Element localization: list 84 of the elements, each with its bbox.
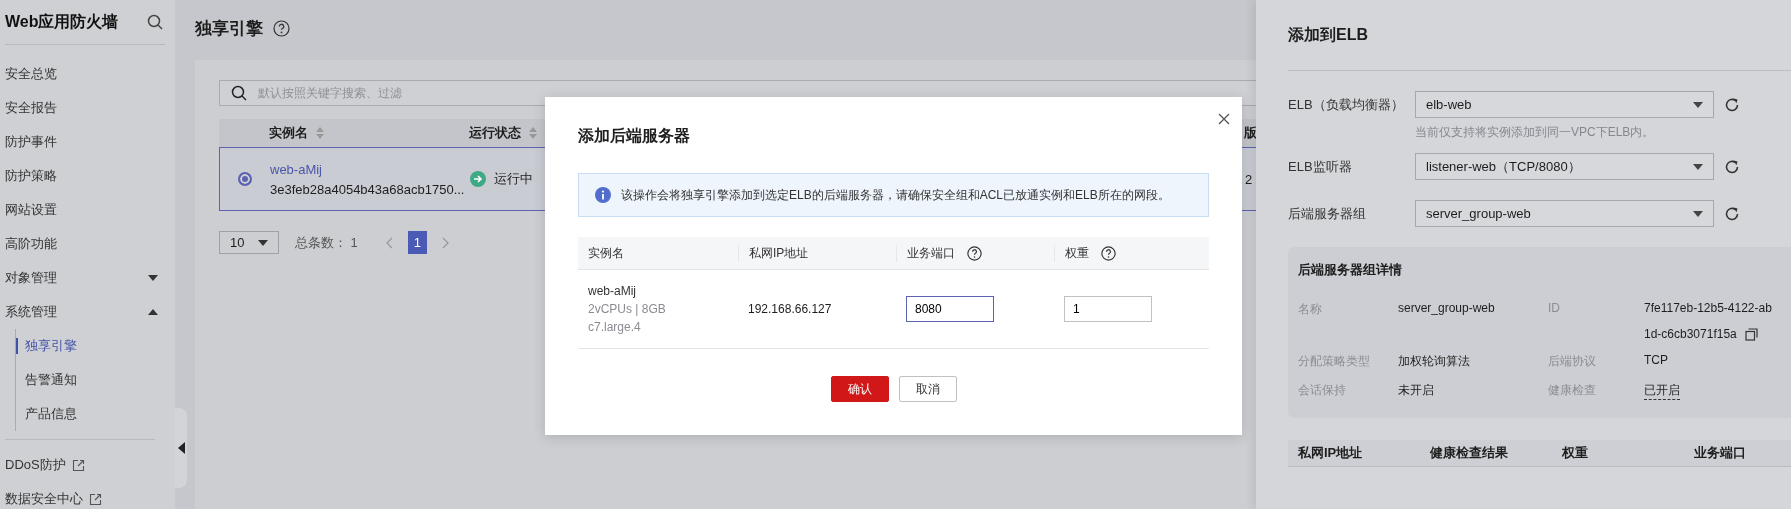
field-label: 后端服务器组: [1288, 204, 1367, 223]
external-link[interactable]: DDoS防护: [5, 448, 85, 482]
select-field[interactable]: listener-web（TCP/8080）: [1415, 153, 1714, 180]
nav-item[interactable]: 网站设置: [5, 193, 165, 227]
info-text: 该操作会将独享引擎添加到选定ELB的后端服务器，请确保安全组和ACL已放通实例和ELB所在的网段。: [621, 186, 1170, 204]
select-field[interactable]: elb-web: [1415, 91, 1714, 118]
column-header: 权重: [1562, 444, 1589, 462]
detail-value: TCP: [1644, 353, 1668, 367]
detail-label: 健康检查: [1548, 382, 1597, 399]
page-button[interactable]: 1: [407, 231, 427, 254]
nav-item[interactable]: 防护策略: [5, 159, 165, 193]
instance-spec: 2vCPUs | 8GB: [588, 301, 667, 318]
help-icon[interactable]: [1101, 245, 1116, 261]
column-header: 私网IP地址: [749, 244, 809, 262]
detail-value: 未开启: [1398, 382, 1434, 399]
detail-label: ID: [1548, 301, 1561, 317]
detail-label: 名称: [1298, 301, 1323, 318]
copy-icon[interactable]: [1744, 327, 1758, 341]
instance-name: web-aMij: [588, 283, 637, 300]
weight-input[interactable]: 1: [1064, 296, 1152, 322]
column-header: 私网IP地址: [1298, 444, 1364, 462]
caret-icon: [1693, 163, 1703, 170]
table-cell-text: 192.168.66.127: [748, 302, 833, 316]
dialog-title: 添加后端服务器: [578, 125, 691, 146]
detail-label: 会话保持: [1298, 382, 1347, 399]
caret-icon: [147, 274, 159, 282]
page-title: 独享引擎: [195, 17, 263, 40]
collapse-handle[interactable]: [175, 408, 187, 488]
instance-id: 3e3feb28a4054b43a68acb1750...: [270, 181, 466, 197]
column-header: 业务端口: [907, 244, 955, 262]
caret-icon: [147, 308, 159, 316]
refresh-icon[interactable]: [1724, 96, 1740, 113]
total-count: 总条数： 1: [295, 233, 358, 252]
nav-item[interactable]: 高阶功能: [5, 227, 165, 261]
instance-flavor: c7.large.4: [588, 319, 642, 336]
cancel-button[interactable]: 取消: [898, 376, 957, 402]
external-link-icon[interactable]: [89, 492, 102, 506]
column-header: 版: [1244, 124, 1257, 142]
nav-item[interactable]: 产品信息: [16, 397, 165, 431]
select-field[interactable]: server_group-web: [1415, 200, 1714, 227]
port-input[interactable]: 8080: [906, 296, 994, 322]
nav-group[interactable]: 系统管理: [5, 295, 165, 329]
column-header: 权重: [1065, 244, 1089, 262]
nav-group[interactable]: 对象管理: [5, 261, 165, 295]
help-icon[interactable]: [273, 19, 290, 37]
refresh-icon[interactable]: [1724, 158, 1740, 175]
hint-text: 当前仅支持将实例添加到同一VPC下ELB内。: [1415, 124, 1656, 141]
close-icon[interactable]: [1218, 113, 1230, 125]
search-icon[interactable]: [231, 85, 247, 101]
nav-item[interactable]: 安全报告: [5, 91, 165, 125]
status-text: 运行中: [494, 170, 533, 188]
help-icon[interactable]: [967, 245, 982, 261]
detail-value[interactable]: 已开启: [1644, 382, 1680, 400]
caret-icon: [1693, 101, 1703, 108]
app-title: Web应用防火墙: [5, 11, 119, 32]
nav-item[interactable]: 安全总览: [5, 57, 165, 91]
column-header: 健康检查结果: [1430, 444, 1509, 462]
caret-icon: [258, 239, 268, 246]
nav-item[interactable]: 防护事件: [5, 125, 165, 159]
running-icon: [470, 171, 486, 187]
drawer-title: 添加到ELB: [1288, 24, 1369, 45]
detail-value: 加权轮询算法: [1398, 353, 1470, 370]
confirm-button[interactable]: 确认: [830, 376, 889, 402]
radio-button[interactable]: [238, 172, 252, 186]
detail-value: 1d-c6cb3071f15a: [1644, 327, 1737, 341]
column-header: 实例名: [588, 244, 624, 262]
detail-label: 后端协议: [1548, 353, 1597, 370]
external-link[interactable]: 数据安全中心: [5, 482, 102, 509]
detail-value: server_group-web: [1398, 301, 1495, 315]
refresh-icon[interactable]: [1724, 205, 1740, 222]
card-title: 后端服务器组详情: [1298, 261, 1403, 279]
column-header[interactable]: 运行状态: [469, 124, 521, 142]
info-icon: [595, 187, 611, 203]
search-icon[interactable]: [147, 14, 163, 30]
column-header: 业务端口: [1694, 444, 1746, 462]
field-label: ELB监听器: [1288, 157, 1353, 176]
nav-item[interactable]: 告警通知: [16, 363, 165, 397]
page-size-select[interactable]: 10: [219, 231, 279, 254]
column-header[interactable]: 实例名: [269, 124, 308, 142]
detail-label: 分配策略类型: [1298, 353, 1371, 370]
table-cell: 2: [1245, 171, 1253, 187]
detail-value: 7fe117eb-12b5-4122-ab: [1644, 301, 1772, 315]
instance-link[interactable]: web-aMij: [270, 161, 322, 177]
external-link-icon[interactable]: [71, 458, 85, 472]
